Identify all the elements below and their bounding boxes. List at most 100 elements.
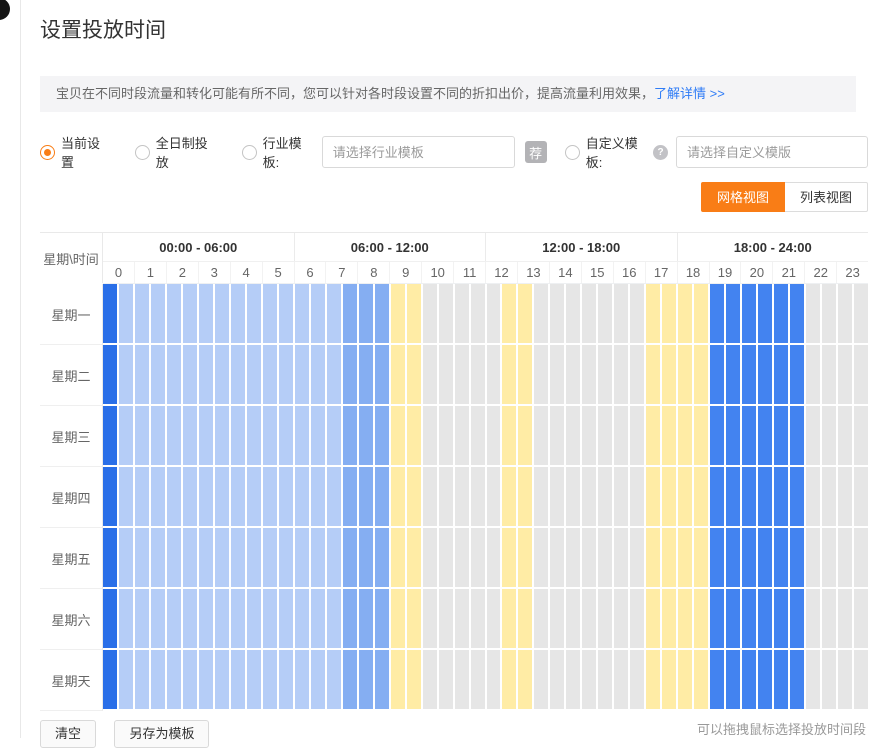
time-cell[interactable]	[758, 528, 772, 587]
time-cell[interactable]	[167, 528, 181, 587]
time-cell[interactable]	[231, 467, 245, 526]
time-cell[interactable]	[455, 589, 469, 648]
time-cell[interactable]	[614, 589, 628, 648]
time-cell[interactable]	[247, 406, 261, 465]
time-cell[interactable]	[502, 467, 516, 526]
time-cell[interactable]	[566, 345, 580, 404]
time-cell[interactable]	[502, 345, 516, 404]
time-cell[interactable]	[487, 467, 501, 526]
time-cell[interactable]	[311, 406, 325, 465]
time-cell[interactable]	[487, 284, 501, 343]
time-cell[interactable]	[247, 650, 261, 709]
time-cell[interactable]	[295, 284, 309, 343]
time-cell[interactable]	[119, 406, 133, 465]
time-cell[interactable]	[295, 406, 309, 465]
time-cell[interactable]	[151, 589, 165, 648]
time-cell[interactable]	[646, 467, 660, 526]
industry-template-input[interactable]	[322, 136, 515, 168]
time-cell[interactable]	[359, 406, 373, 465]
time-cell[interactable]	[710, 528, 724, 587]
time-cell[interactable]	[662, 284, 676, 343]
time-cell[interactable]	[215, 650, 229, 709]
time-cell[interactable]	[455, 284, 469, 343]
time-cell[interactable]	[103, 589, 117, 648]
time-cell[interactable]	[471, 406, 485, 465]
time-cell[interactable]	[742, 284, 756, 343]
time-cell[interactable]	[183, 528, 197, 587]
time-cell[interactable]	[806, 467, 820, 526]
time-cell[interactable]	[694, 406, 708, 465]
radio-all-day[interactable]: 全日制投放	[135, 133, 216, 171]
time-cell[interactable]	[758, 345, 772, 404]
time-cell[interactable]	[279, 650, 293, 709]
time-cell[interactable]	[598, 406, 612, 465]
time-cell[interactable]	[630, 406, 644, 465]
time-cell[interactable]	[694, 589, 708, 648]
time-cell[interactable]	[806, 528, 820, 587]
radio-current-settings[interactable]: 当前设置	[40, 133, 109, 171]
time-cell[interactable]	[534, 406, 548, 465]
time-cell[interactable]	[838, 528, 852, 587]
time-cell[interactable]	[183, 589, 197, 648]
time-cell[interactable]	[838, 650, 852, 709]
time-cell[interactable]	[518, 467, 532, 526]
time-cell[interactable]	[247, 467, 261, 526]
time-cell[interactable]	[646, 406, 660, 465]
time-cell[interactable]	[550, 589, 564, 648]
time-cell[interactable]	[279, 406, 293, 465]
time-cell[interactable]	[151, 284, 165, 343]
time-cell[interactable]	[471, 467, 485, 526]
time-cell[interactable]	[455, 345, 469, 404]
time-cell[interactable]	[742, 650, 756, 709]
time-cell[interactable]	[550, 650, 564, 709]
time-cell[interactable]	[119, 650, 133, 709]
time-cell[interactable]	[790, 467, 804, 526]
time-cell[interactable]	[135, 345, 149, 404]
time-cell[interactable]	[135, 650, 149, 709]
time-cell[interactable]	[231, 406, 245, 465]
time-cell[interactable]	[646, 284, 660, 343]
time-cell[interactable]	[119, 589, 133, 648]
time-cell[interactable]	[391, 284, 405, 343]
time-cell[interactable]	[550, 528, 564, 587]
time-cell[interactable]	[455, 406, 469, 465]
time-cell[interactable]	[375, 528, 389, 587]
time-cell[interactable]	[231, 345, 245, 404]
time-cell[interactable]	[822, 406, 836, 465]
time-cell[interactable]	[646, 528, 660, 587]
time-cell[interactable]	[487, 406, 501, 465]
time-cell[interactable]	[566, 528, 580, 587]
time-cell[interactable]	[518, 528, 532, 587]
time-cell[interactable]	[502, 528, 516, 587]
time-cell[interactable]	[854, 589, 868, 648]
time-cell[interactable]	[614, 650, 628, 709]
time-cell[interactable]	[662, 650, 676, 709]
time-cell[interactable]	[167, 650, 181, 709]
time-cell[interactable]	[279, 589, 293, 648]
radio-industry-template[interactable]: 行业模板:	[242, 133, 314, 171]
time-cell[interactable]	[742, 589, 756, 648]
time-cell[interactable]	[343, 467, 357, 526]
time-cell[interactable]	[263, 589, 277, 648]
time-cell[interactable]	[582, 589, 596, 648]
time-cell[interactable]	[391, 345, 405, 404]
time-cell[interactable]	[487, 528, 501, 587]
time-cell[interactable]	[534, 345, 548, 404]
time-cell[interactable]	[151, 345, 165, 404]
time-cell[interactable]	[726, 467, 740, 526]
time-cell[interactable]	[630, 467, 644, 526]
time-cell[interactable]	[215, 589, 229, 648]
time-cell[interactable]	[263, 528, 277, 587]
time-cell[interactable]	[726, 650, 740, 709]
time-cell[interactable]	[343, 345, 357, 404]
time-cell[interactable]	[263, 345, 277, 404]
time-cell[interactable]	[790, 528, 804, 587]
time-cell[interactable]	[295, 345, 309, 404]
time-cell[interactable]	[423, 406, 437, 465]
time-cell[interactable]	[774, 345, 788, 404]
time-cell[interactable]	[710, 406, 724, 465]
time-cell[interactable]	[838, 284, 852, 343]
time-cell[interactable]	[471, 589, 485, 648]
time-cell[interactable]	[423, 284, 437, 343]
time-cell[interactable]	[854, 284, 868, 343]
